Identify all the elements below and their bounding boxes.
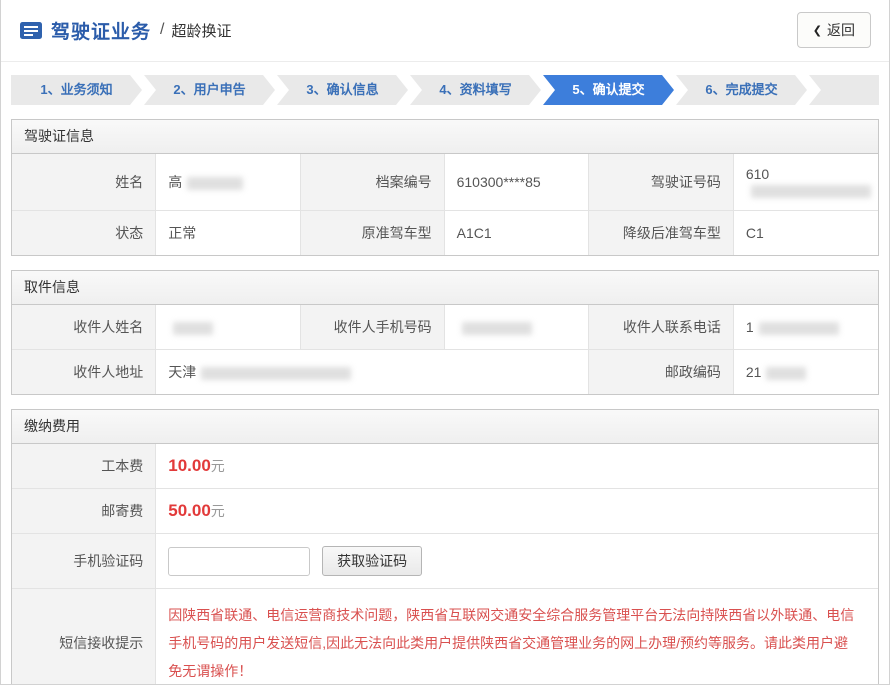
breadcrumb-separator: / xyxy=(160,21,164,39)
field-label: 短信接收提示 xyxy=(12,589,156,685)
section-title: 取件信息 xyxy=(12,271,878,305)
license-list-icon xyxy=(19,21,43,40)
field-label: 手机验证码 xyxy=(12,534,156,589)
field-label: 收件人手机号码 xyxy=(300,305,444,350)
redacted-text xyxy=(751,185,871,198)
table-row: 姓名 高 档案编号 610300****85 驾驶证号码 610 xyxy=(12,154,878,211)
step-3-confirm-info[interactable]: 3、确认信息 xyxy=(277,75,408,105)
step-progress-bar: 1、业务须知 2、用户申告 3、确认信息 4、资料填写 5、确认提交 6、完成提… xyxy=(11,75,879,105)
section-pickup-info: 取件信息 收件人姓名 收件人手机号码 收件人联系电话 1 收件人地址 天津 邮政… xyxy=(11,270,879,395)
table-row: 收件人姓名 收件人手机号码 收件人联系电话 1 xyxy=(12,305,878,350)
step-label: 3、确认信息 xyxy=(306,82,378,97)
step-label: 1、业务须知 xyxy=(40,82,112,97)
get-sms-code-button[interactable]: 获取验证码 xyxy=(322,546,422,576)
fee-amount: 50.00 xyxy=(168,501,211,520)
redacted-text xyxy=(187,177,243,190)
table-row: 收件人地址 天津 邮政编码 21 xyxy=(12,350,878,395)
recipient-address-value: 天津 xyxy=(156,350,589,395)
chevron-left-icon: ❮ xyxy=(813,24,822,37)
sms-code-cell: 获取验证码 xyxy=(156,534,878,589)
field-label: 驾驶证号码 xyxy=(589,154,734,211)
step-6-finish-submit[interactable]: 6、完成提交 xyxy=(676,75,807,105)
section-title: 缴纳费用 xyxy=(12,410,878,444)
table-row: 邮寄费 50.00元 xyxy=(12,489,878,534)
table-row: 手机验证码 获取验证码 xyxy=(12,534,878,589)
redacted-text xyxy=(759,322,839,335)
downgraded-vehicle-type-value: C1 xyxy=(733,211,878,256)
field-label: 原准驾车型 xyxy=(300,211,444,256)
mailing-fee-value: 50.00元 xyxy=(156,489,878,534)
currency-unit: 元 xyxy=(211,458,225,474)
currency-unit: 元 xyxy=(211,503,225,519)
production-fee-value: 10.00元 xyxy=(156,444,878,489)
redacted-text xyxy=(766,367,806,380)
back-button[interactable]: ❮ 返回 xyxy=(797,12,871,48)
original-vehicle-type-value: A1C1 xyxy=(444,211,589,256)
table-row: 短信接收提示 因陕西省联通、电信运营商技术问题，陕西省互联网交通安全综合服务管理… xyxy=(12,589,878,685)
license-service-page: 驾驶证业务 / 超龄换证 ❮ 返回 1、业务须知 2、用户申告 3、确认信息 4… xyxy=(0,0,890,685)
postal-code-value: 21 xyxy=(733,350,878,395)
field-label: 邮政编码 xyxy=(589,350,734,395)
field-label: 收件人地址 xyxy=(12,350,156,395)
table-row: 工本费 10.00元 xyxy=(12,444,878,489)
breadcrumb-current: 超龄换证 xyxy=(171,20,231,41)
license-info-table: 姓名 高 档案编号 610300****85 驾驶证号码 610 状态 正常 原… xyxy=(12,154,878,255)
step-label: 5、确认提交 xyxy=(572,82,644,97)
field-label: 状态 xyxy=(12,211,156,256)
section-title: 驾驶证信息 xyxy=(12,120,878,154)
field-label: 姓名 xyxy=(12,154,156,211)
step-label: 2、用户申告 xyxy=(173,82,245,97)
breadcrumb: 驾驶证业务 / 超龄换证 xyxy=(19,17,231,44)
step-4-fill-data[interactable]: 4、资料填写 xyxy=(410,75,541,105)
redacted-text xyxy=(201,367,351,380)
field-label: 邮寄费 xyxy=(12,489,156,534)
step-5-confirm-submit-active[interactable]: 5、确认提交 xyxy=(543,75,674,105)
field-label: 收件人姓名 xyxy=(12,305,156,350)
file-number-value: 610300****85 xyxy=(444,154,589,211)
fees-table: 工本费 10.00元 邮寄费 50.00元 手机验证码 获取验证码 短信接收提示… xyxy=(12,444,878,685)
field-label: 降级后准驾车型 xyxy=(589,211,734,256)
redacted-text xyxy=(462,322,532,335)
back-button-label: 返回 xyxy=(827,20,855,40)
pickup-info-table: 收件人姓名 收件人手机号码 收件人联系电话 1 收件人地址 天津 邮政编码 21 xyxy=(12,305,878,394)
sms-notice-text: 因陕西省联通、电信运营商技术问题，陕西省互联网交通安全综合服务管理平台无法向持陕… xyxy=(156,589,878,685)
field-label: 工本费 xyxy=(12,444,156,489)
step-bar-filler xyxy=(809,75,879,105)
recipient-phone-value: 1 xyxy=(733,305,878,350)
sms-code-input[interactable] xyxy=(168,547,310,576)
redacted-text xyxy=(173,322,213,335)
field-label: 档案编号 xyxy=(300,154,444,211)
field-label: 收件人联系电话 xyxy=(589,305,734,350)
step-1-notice[interactable]: 1、业务须知 xyxy=(11,75,142,105)
recipient-name-value xyxy=(156,305,301,350)
fee-amount: 10.00 xyxy=(168,456,211,475)
recipient-mobile-value xyxy=(444,305,589,350)
page-header: 驾驶证业务 / 超龄换证 ❮ 返回 xyxy=(1,0,889,62)
step-label: 4、资料填写 xyxy=(439,82,511,97)
page-title: 驾驶证业务 xyxy=(51,17,151,44)
section-license-info: 驾驶证信息 姓名 高 档案编号 610300****85 驾驶证号码 610 状… xyxy=(11,119,879,256)
license-number-value: 610 xyxy=(733,154,878,211)
name-value: 高 xyxy=(156,154,301,211)
step-label: 6、完成提交 xyxy=(705,82,777,97)
step-2-declaration[interactable]: 2、用户申告 xyxy=(144,75,275,105)
status-value: 正常 xyxy=(156,211,301,256)
table-row: 状态 正常 原准驾车型 A1C1 降级后准驾车型 C1 xyxy=(12,211,878,256)
section-fees: 缴纳费用 工本费 10.00元 邮寄费 50.00元 手机验证码 获取验证码 短… xyxy=(11,409,879,685)
